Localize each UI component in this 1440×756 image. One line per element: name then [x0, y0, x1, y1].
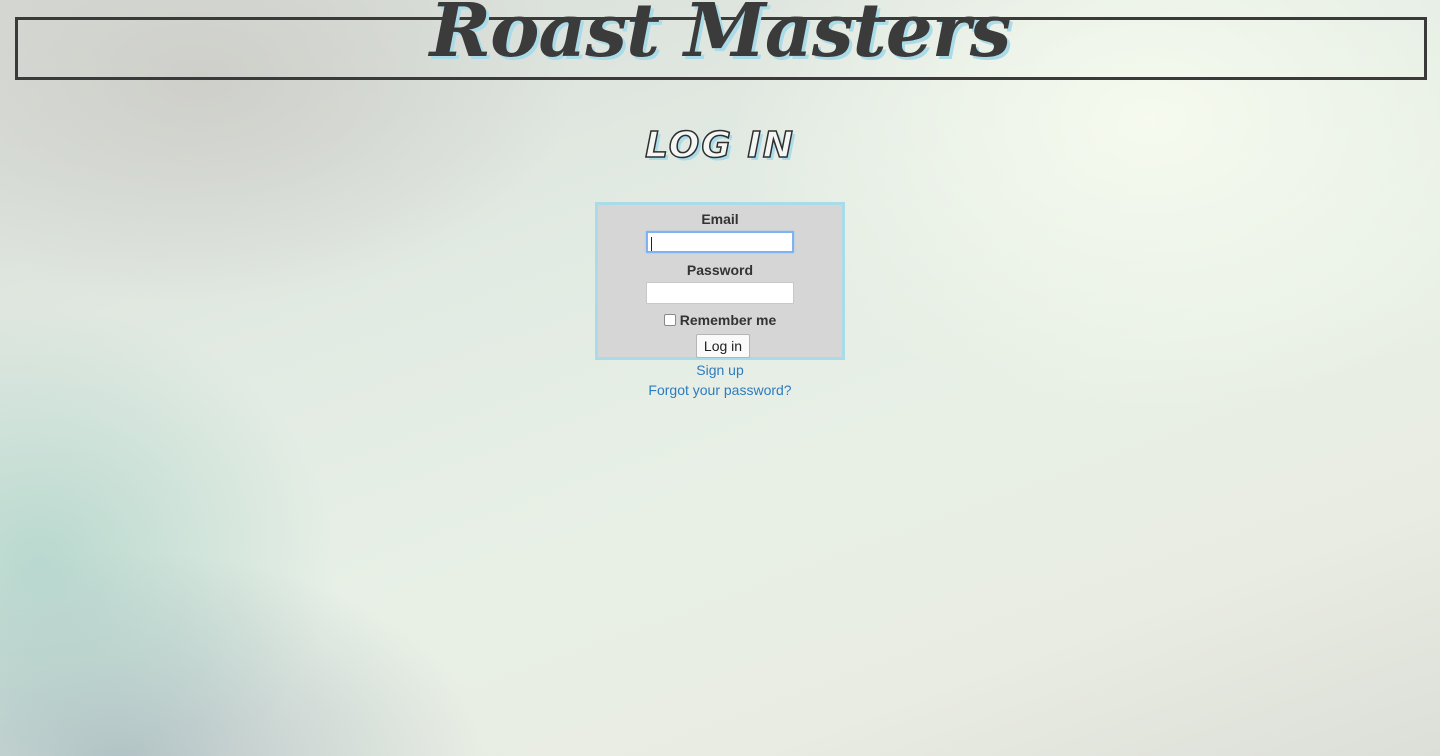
- text-caret: [651, 237, 652, 251]
- remember-me-label[interactable]: Remember me: [680, 312, 777, 328]
- password-field[interactable]: [646, 282, 794, 304]
- remember-me-row[interactable]: Remember me: [598, 312, 842, 328]
- remember-me-checkbox[interactable]: [663, 314, 676, 326]
- login-button[interactable]: Log in: [696, 334, 750, 358]
- forgot-password-link[interactable]: Forgot your password?: [0, 382, 1440, 398]
- password-label: Password: [686, 262, 754, 278]
- page-title: LOG IN: [644, 125, 795, 166]
- email-field[interactable]: [646, 231, 794, 253]
- site-logo[interactable]: Roast Masters: [0, 0, 1440, 68]
- email-label: Email: [701, 211, 739, 227]
- login-form: Email Password Remember me Log in: [595, 202, 845, 360]
- sign-up-link[interactable]: Sign up: [0, 362, 1440, 378]
